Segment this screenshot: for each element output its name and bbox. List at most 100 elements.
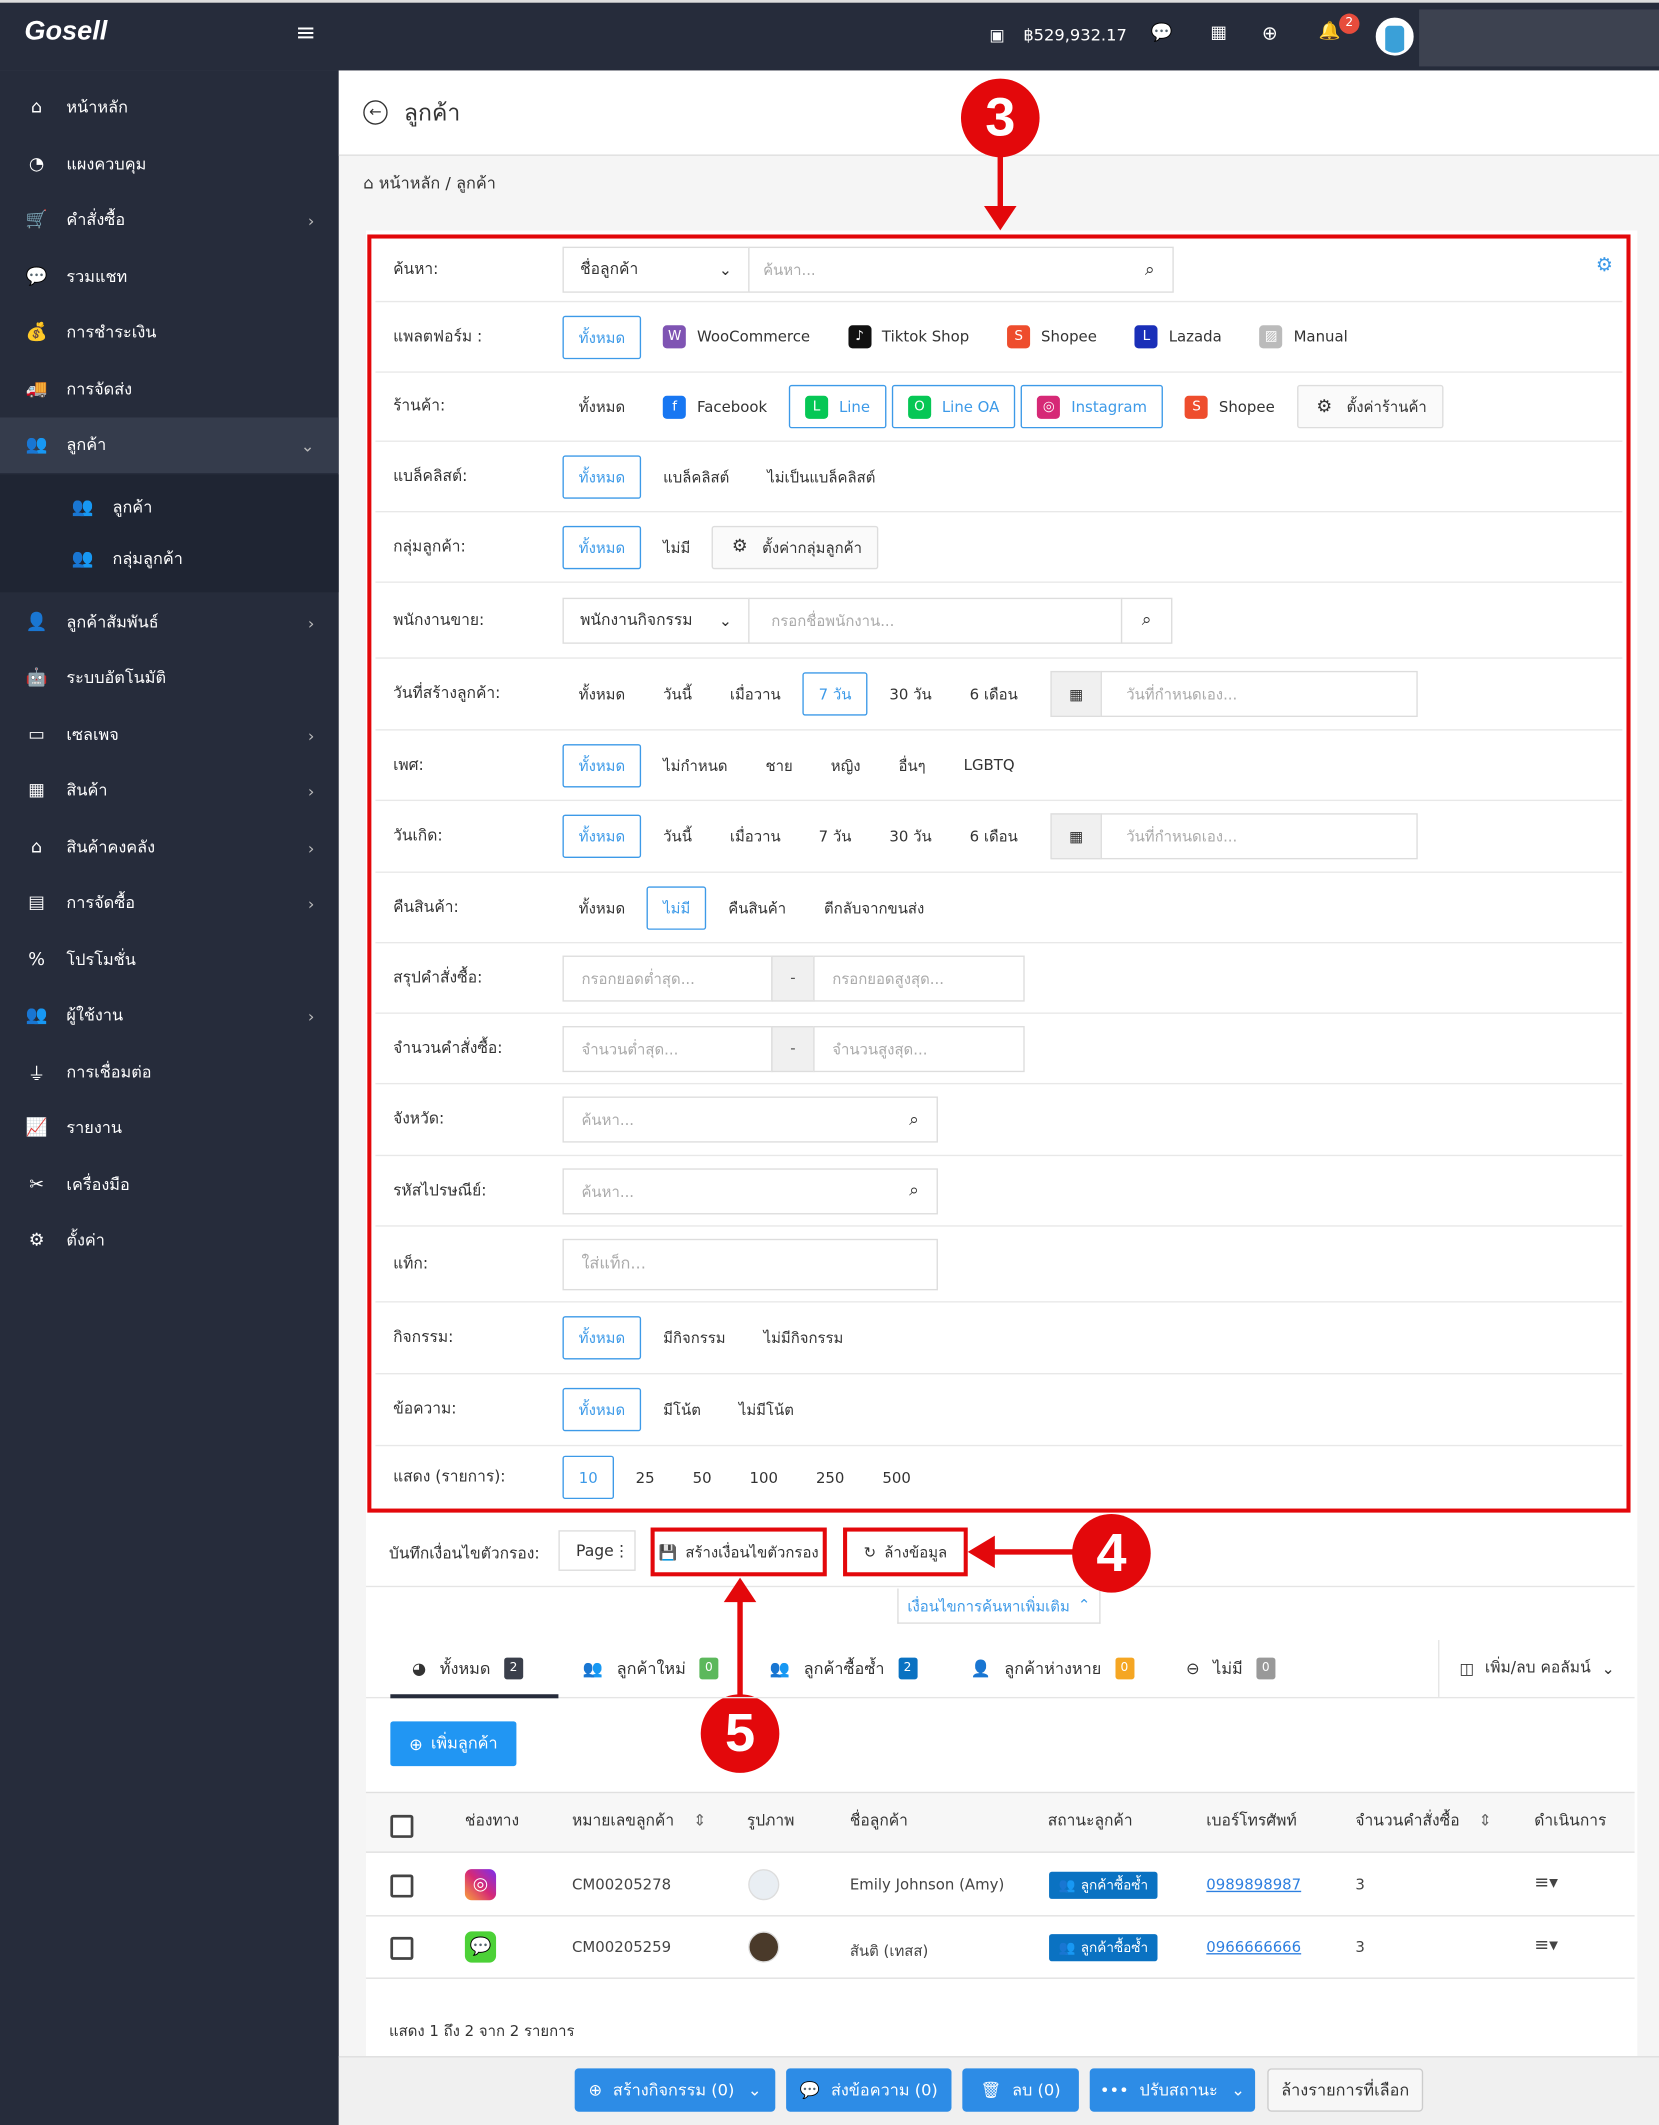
tab-0[interactable]: ◕ ทั้งหมด 2: [412, 1640, 524, 1697]
search-icon[interactable]: ⌕: [1120, 597, 1173, 644]
filter-option[interactable]: ทั้งหมด: [562, 454, 642, 499]
chat-icon[interactable]: 💬: [1151, 23, 1173, 43]
filter-option[interactable]: ไม่มีกิจกรรม: [747, 1316, 859, 1359]
select-all-checkbox[interactable]: [390, 1814, 414, 1838]
filter-option[interactable]: ทั้งหมด: [562, 315, 642, 359]
calendar-icon[interactable]: ▦: [1050, 813, 1102, 860]
tab-2[interactable]: 👥 ลูกค้าซื้อซ้ำ 2: [770, 1640, 918, 1697]
sidebar-item[interactable]: ⚙ ตั้งค่า: [0, 1213, 339, 1269]
filter-option[interactable]: 50: [676, 1456, 728, 1499]
column-header[interactable]: ช่องทาง: [465, 1809, 519, 1833]
sidebar-item[interactable]: ⌂ หน้าหลัก: [0, 80, 339, 136]
tab-4[interactable]: ⊖ ไม่มี 0: [1186, 1640, 1276, 1697]
filter-option[interactable]: 30 วัน: [873, 672, 948, 715]
filter-option[interactable]: ไม่เป็นแบล็คลิสต์: [751, 455, 892, 498]
range-min-input[interactable]: กรอกยอดต่ำสุด...: [562, 954, 773, 1001]
create-filter-button[interactable]: 💾 สร้างเงื่อนไขตัวกรอง: [650, 1527, 827, 1577]
salesperson-input[interactable]: กรอกชื่อพนักงาน...: [748, 597, 1123, 644]
filter-select[interactable]: พนักงานกิจกรรม ⌄: [562, 597, 750, 644]
filter-option[interactable]: S Shopee: [1169, 385, 1291, 428]
sidebar-item[interactable]: 📈 รายงาน: [0, 1101, 339, 1157]
customer-id[interactable]: CM00205259: [572, 1938, 671, 1956]
row-actions-menu-icon[interactable]: ≡▾: [1534, 1935, 1558, 1955]
filter-option[interactable]: 6 เดือน: [953, 815, 1034, 858]
filter-option[interactable]: ⚙ ตั้งค่ากลุ่มลูกค้า: [712, 525, 879, 569]
filter-option[interactable]: W WooCommerce: [647, 315, 826, 358]
saved-filter-page-select[interactable]: Page ⋮: [558, 1530, 636, 1571]
customer-name[interactable]: สันติ (เทสส): [850, 1938, 928, 1962]
filter-option[interactable]: 30 วัน: [873, 815, 948, 858]
home-icon[interactable]: ⌂: [363, 173, 379, 192]
filter-option[interactable]: ♪ Tiktok Shop: [832, 315, 986, 358]
filter-option[interactable]: ไม่กำหนด: [647, 743, 744, 786]
delete-button[interactable]: 🗑 ลบ (0): [962, 2068, 1079, 2112]
search-input[interactable]: ค้นหา... ⌕: [562, 1167, 938, 1214]
range-max-input[interactable]: จำนวนสูงสุด...: [813, 1025, 1025, 1072]
filter-option[interactable]: f Facebook: [647, 385, 783, 428]
sidebar-item[interactable]: ▤ การจัดซื้อ ›: [0, 876, 339, 932]
filter-option[interactable]: 100: [733, 1456, 794, 1499]
sidebar-item[interactable]: 💬 รวมแชท: [0, 249, 339, 305]
filter-select[interactable]: ชื่อลูกค้า ⌄: [562, 246, 750, 293]
update-status-button[interactable]: ••• ปรับสถานะ ⌄: [1089, 2068, 1256, 2112]
column-header[interactable]: สถานะลูกค้า: [1048, 1809, 1133, 1833]
add-customer-button[interactable]: ⊕ เพิ่มลูกค้า: [390, 1721, 517, 1767]
filter-option[interactable]: ทั้งหมด: [562, 814, 642, 858]
filter-option[interactable]: 250: [800, 1456, 861, 1499]
filter-option[interactable]: ทั้งหมด: [562, 1387, 642, 1432]
filter-option[interactable]: เมื่อวาน: [714, 672, 797, 715]
sidebar-item[interactable]: 🤖 ระบบอัตโนมัติ: [0, 651, 339, 707]
filter-option[interactable]: 10: [562, 1455, 614, 1500]
avatar[interactable]: [1375, 17, 1414, 56]
filter-option[interactable]: ทั้งหมด: [562, 672, 641, 715]
sidebar-item[interactable]: ◔ แผงควบคุม: [0, 137, 339, 193]
row-checkbox[interactable]: [390, 1936, 414, 1960]
column-header[interactable]: เบอร์โทรศัพท์: [1206, 1809, 1296, 1833]
sidebar-item[interactable]: ✂ เครื่องมือ: [0, 1158, 339, 1214]
filter-option[interactable]: LGBTQ: [947, 743, 1030, 786]
filter-option[interactable]: แบล็คลิสต์: [647, 455, 746, 498]
filter-option[interactable]: คืนสินค้า: [712, 886, 802, 929]
filter-option[interactable]: ชาย: [749, 743, 809, 786]
customer-name[interactable]: Emily Johnson (Amy): [850, 1876, 1004, 1894]
sidebar-item[interactable]: 🛒 คำสั่งซื้อ ›: [0, 192, 339, 248]
columns-toggle-button[interactable]: ◫ เพิ่ม/ลบ คอลัมน์ ⌄: [1438, 1640, 1635, 1697]
custom-date-input[interactable]: วันที่กำหนดเอง...: [1100, 670, 1418, 718]
tag-input[interactable]: ใส่แท็ก...: [562, 1238, 938, 1290]
filter-option[interactable]: ทั้งหมด: [562, 525, 642, 569]
filter-option[interactable]: หญิง: [814, 743, 876, 786]
phone-link[interactable]: 0966666666: [1206, 1938, 1301, 1956]
filter-option[interactable]: 6 เดือน: [953, 672, 1034, 715]
row-checkbox[interactable]: [390, 1874, 414, 1898]
filter-option[interactable]: มีกิจกรรม: [647, 1316, 742, 1359]
column-header[interactable]: ดำเนินการ: [1534, 1809, 1606, 1833]
filter-option[interactable]: ตีกลับจากขนส่ง: [808, 886, 941, 929]
column-header[interactable]: รูปภาพ: [747, 1809, 795, 1833]
column-header[interactable]: ชื่อลูกค้า: [850, 1809, 908, 1833]
tab-1[interactable]: 👥 ลูกค้าใหม่ 0: [583, 1640, 719, 1697]
sidebar-item[interactable]: 💰 การชำระเงิน: [0, 305, 339, 361]
filter-option[interactable]: เมื่อวาน: [714, 815, 797, 858]
sidebar-item[interactable]: 👥 กลุ่มลูกค้า: [0, 531, 339, 587]
tab-3[interactable]: 👤 ลูกค้าห่างหาย 0: [970, 1640, 1134, 1697]
filter-option[interactable]: วันนี้: [647, 815, 708, 858]
filter-option[interactable]: O Line OA: [891, 384, 1016, 429]
sidebar-item[interactable]: 🚚 การจัดส่ง: [0, 362, 339, 418]
sidebar-item[interactable]: % โปรโมชั่น: [0, 933, 339, 989]
calendar-icon[interactable]: ▦: [1050, 670, 1102, 718]
filter-option[interactable]: ⚙ ตั้งค่าร้านค้า: [1296, 384, 1444, 429]
sidebar-item[interactable]: ⌂ สินค้าคงคลัง ›: [0, 820, 339, 876]
sidebar-item[interactable]: ⏚ การเชื่อมต่อ: [0, 1045, 339, 1101]
gosell-logo[interactable]: Gosell: [24, 16, 107, 47]
filter-option[interactable]: ทั้งหมด: [562, 385, 641, 428]
filter-option[interactable]: L Lazada: [1119, 315, 1238, 358]
hamburger-menu-icon[interactable]: ≡: [295, 19, 315, 47]
filter-option[interactable]: วันนี้: [647, 672, 708, 715]
sidebar-item[interactable]: 👥 ลูกค้า ⌄: [0, 417, 339, 474]
filter-option[interactable]: ทั้งหมด: [562, 886, 641, 929]
filter-option[interactable]: มีโน้ต: [647, 1388, 717, 1431]
range-min-input[interactable]: จำนวนต่ำสุด...: [562, 1025, 773, 1072]
row-actions-menu-icon[interactable]: ≡▾: [1534, 1873, 1558, 1893]
filter-option[interactable]: ไม่มีโน้ต: [723, 1388, 811, 1431]
filter-option[interactable]: ◎ Instagram: [1021, 384, 1164, 429]
